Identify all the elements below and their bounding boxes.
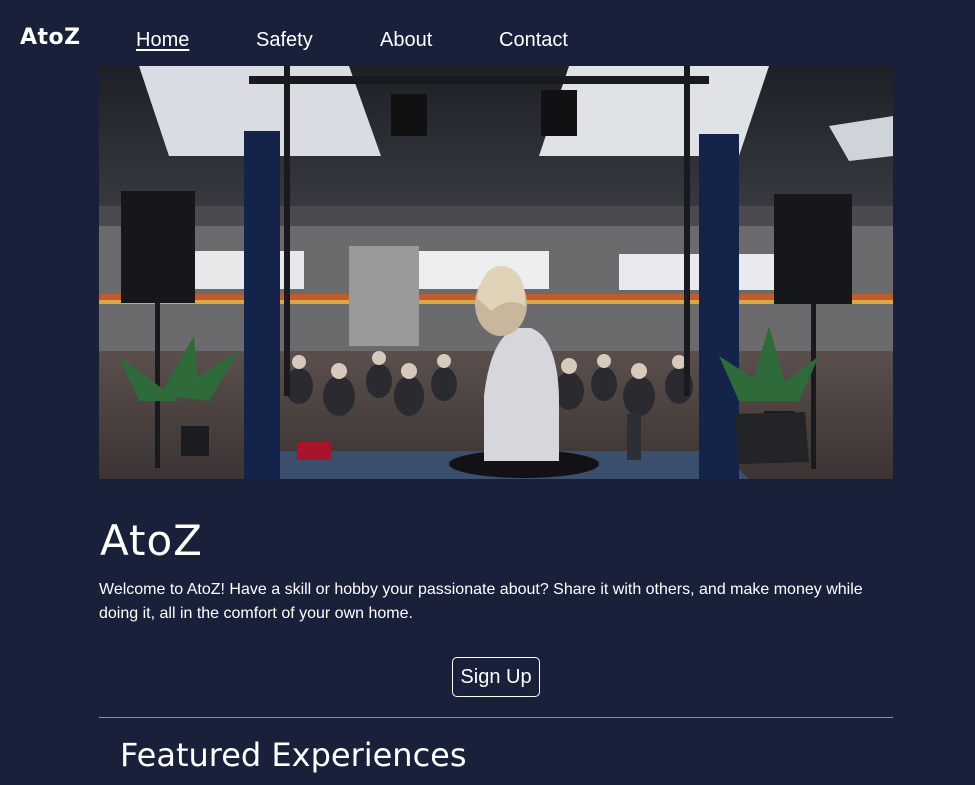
- nav-link-about[interactable]: About: [380, 28, 432, 52]
- workshop-photo-illustration: [99, 66, 893, 479]
- nav-link-home[interactable]: Home: [136, 28, 189, 52]
- hero-image: [99, 66, 893, 479]
- section-divider: [99, 717, 893, 718]
- sign-up-button[interactable]: Sign Up: [452, 657, 540, 697]
- brand-logo[interactable]: AtoZ: [20, 24, 81, 52]
- featured-experiences-heading: Featured Experiences: [120, 736, 467, 774]
- site-title: AtoZ: [100, 516, 203, 565]
- top-navbar: AtoZ Home Safety About Contact: [0, 0, 975, 66]
- nav-link-safety[interactable]: Safety: [256, 28, 313, 52]
- nav-link-contact[interactable]: Contact: [499, 28, 568, 52]
- welcome-text: Welcome to AtoZ! Have a skill or hobby y…: [99, 581, 863, 622]
